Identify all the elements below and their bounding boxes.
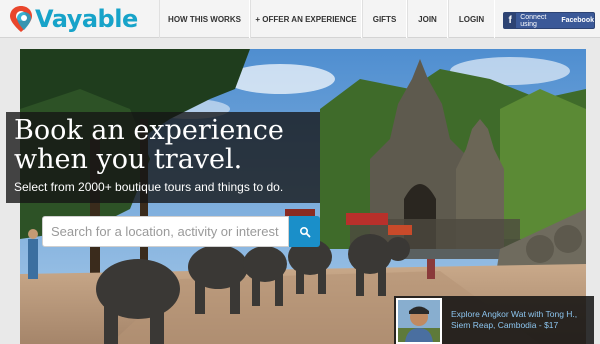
facebook-label-prefix: Connect using	[520, 13, 547, 28]
search-button[interactable]	[289, 216, 320, 247]
search-placeholder: Search for a location, activity or inter…	[51, 224, 279, 239]
search-icon	[299, 226, 310, 237]
promo-line-2: Siem Reap, Cambodia - $17	[451, 320, 559, 330]
host-avatar[interactable]	[396, 298, 442, 344]
facebook-label-bold: Facebook	[561, 17, 594, 24]
top-navigation-bar: Vayable HOW THIS WORKS + OFFER AN EXPERI…	[0, 0, 600, 38]
hero-subline: Select from 2000+ boutique tours and thi…	[14, 180, 284, 194]
promo-line-1: Explore Angkor Wat with Tong H.,	[451, 309, 578, 319]
nav-login[interactable]: LOGIN	[448, 0, 495, 38]
location-pin-icon	[10, 6, 32, 32]
main-nav: HOW THIS WORKS + OFFER AN EXPERIENCE GIF…	[159, 0, 495, 38]
nav-gifts[interactable]: GIFTS	[362, 0, 407, 38]
nav-offer-experience[interactable]: + OFFER AN EXPERIENCE	[250, 0, 362, 38]
vayable-logo[interactable]: Vayable	[8, 3, 138, 35]
host-photo	[398, 300, 440, 342]
hero-headline: Book an experience when you travel.	[14, 115, 284, 175]
facebook-icon: f	[504, 13, 517, 28]
nav-how-this-works[interactable]: HOW THIS WORKS	[159, 0, 250, 38]
featured-experience-text[interactable]: Explore Angkor Wat with Tong H., Siem Re…	[451, 309, 591, 331]
nav-join[interactable]: JOIN	[407, 0, 448, 38]
facebook-connect-button[interactable]: f Connect using Facebook	[503, 12, 595, 29]
search-input[interactable]: Search for a location, activity or inter…	[42, 216, 289, 247]
brand-name: Vayable	[35, 5, 138, 33]
